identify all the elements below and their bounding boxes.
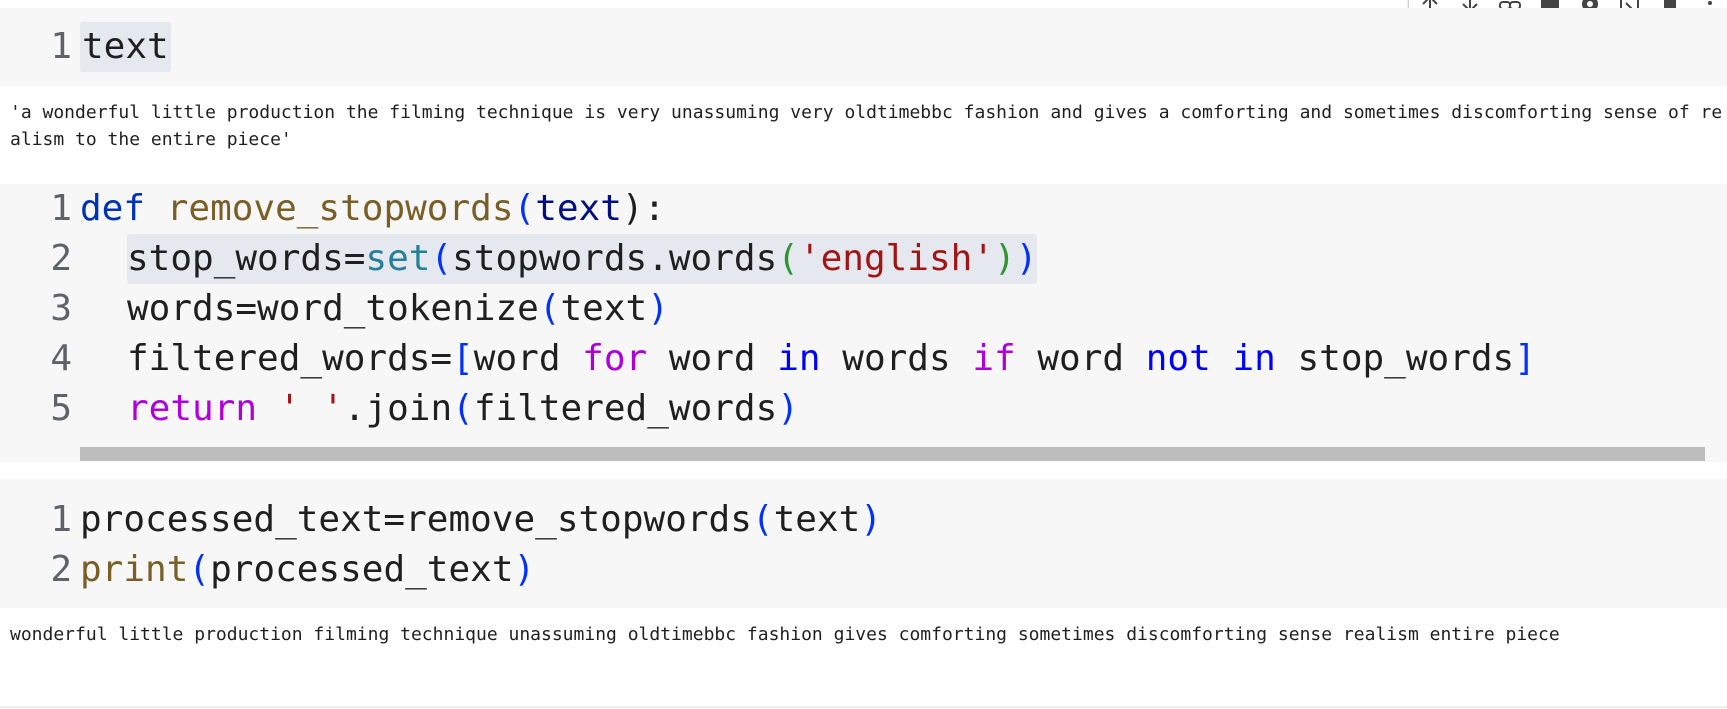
token: stop_words= — [127, 238, 366, 279]
token: ' ' — [278, 388, 344, 429]
token: text — [535, 188, 622, 229]
token: ( — [777, 238, 799, 279]
code-text[interactable]: words=word_tokenize(text) — [127, 284, 669, 334]
token: print — [80, 549, 189, 590]
token: ] — [1514, 338, 1536, 379]
token: words — [820, 338, 973, 379]
token: ( — [452, 388, 474, 429]
line-number: 3 — [50, 288, 72, 329]
token: ) — [647, 288, 669, 329]
token: in — [777, 338, 821, 379]
token: ) — [513, 549, 536, 590]
code-cell-1[interactable]: 1 text — [0, 8, 1727, 86]
token: not — [1145, 338, 1211, 379]
code-text[interactable]: def remove_stopwords(text): — [80, 184, 665, 234]
token: [ — [452, 338, 474, 379]
line-number: 5 — [50, 388, 72, 429]
token: ( — [751, 499, 774, 540]
token: text — [560, 288, 648, 329]
token: in — [1232, 338, 1276, 379]
code-text[interactable]: text — [80, 22, 171, 72]
line-number: 2 — [50, 549, 72, 590]
token: text — [773, 499, 861, 540]
token: word — [1015, 338, 1146, 379]
code-text[interactable]: processed_text=remove_stopwords(text) — [80, 495, 882, 545]
token: return — [127, 388, 258, 429]
token: processed_text=remove_stopwords — [80, 499, 752, 540]
token: set — [365, 238, 431, 279]
token: remove_stopwords — [166, 188, 514, 229]
token: 'english' — [798, 238, 995, 279]
token: ( — [538, 288, 561, 329]
line-number: 1 — [50, 499, 72, 540]
line-number: 2 — [50, 238, 72, 279]
token: for — [582, 338, 648, 379]
code-text[interactable]: print(processed_text) — [80, 545, 535, 595]
code-cell-3[interactable]: 1 processed_text=remove_stopwords(text) … — [0, 479, 1727, 608]
token: ( — [430, 238, 453, 279]
token: .join — [343, 388, 453, 429]
line-number: 1 — [50, 188, 72, 229]
token: def — [80, 188, 146, 229]
divider — [0, 706, 1727, 708]
token: ( — [188, 549, 211, 590]
token: filtered_words= — [127, 338, 453, 379]
code-text[interactable]: return ' '.join(filtered_words) — [127, 384, 799, 434]
token: stop_words — [1275, 338, 1515, 379]
token: stopwords.words — [452, 238, 778, 279]
token: ( — [513, 188, 536, 229]
cell-output-3: wonderful little production filming tech… — [10, 624, 1560, 645]
code-text[interactable]: filtered_words=[word for word in words i… — [127, 334, 1536, 384]
token: ) — [1015, 238, 1038, 279]
token: words=word_tokenize — [127, 288, 539, 329]
token: filtered_words — [473, 388, 778, 429]
token: ) — [777, 388, 799, 429]
code-text[interactable]: stop_words=set(stopwords.words('english'… — [127, 234, 1038, 284]
token: processed_text — [210, 549, 514, 590]
token: ) — [994, 238, 1016, 279]
line-number: 4 — [50, 338, 72, 379]
token: word — [473, 338, 583, 379]
line-number: 1 — [50, 26, 72, 67]
cell-output-1: 'a wonderful little production the filmi… — [10, 102, 1723, 150]
token: ): — [621, 188, 666, 229]
code-cell-2[interactable]: 1 def remove_stopwords(text): 2 stop_wor… — [0, 184, 1727, 462]
horizontal-scrollbar[interactable] — [80, 447, 1705, 461]
token: word — [647, 338, 778, 379]
token: ) — [860, 499, 882, 540]
token: if — [972, 338, 1016, 379]
